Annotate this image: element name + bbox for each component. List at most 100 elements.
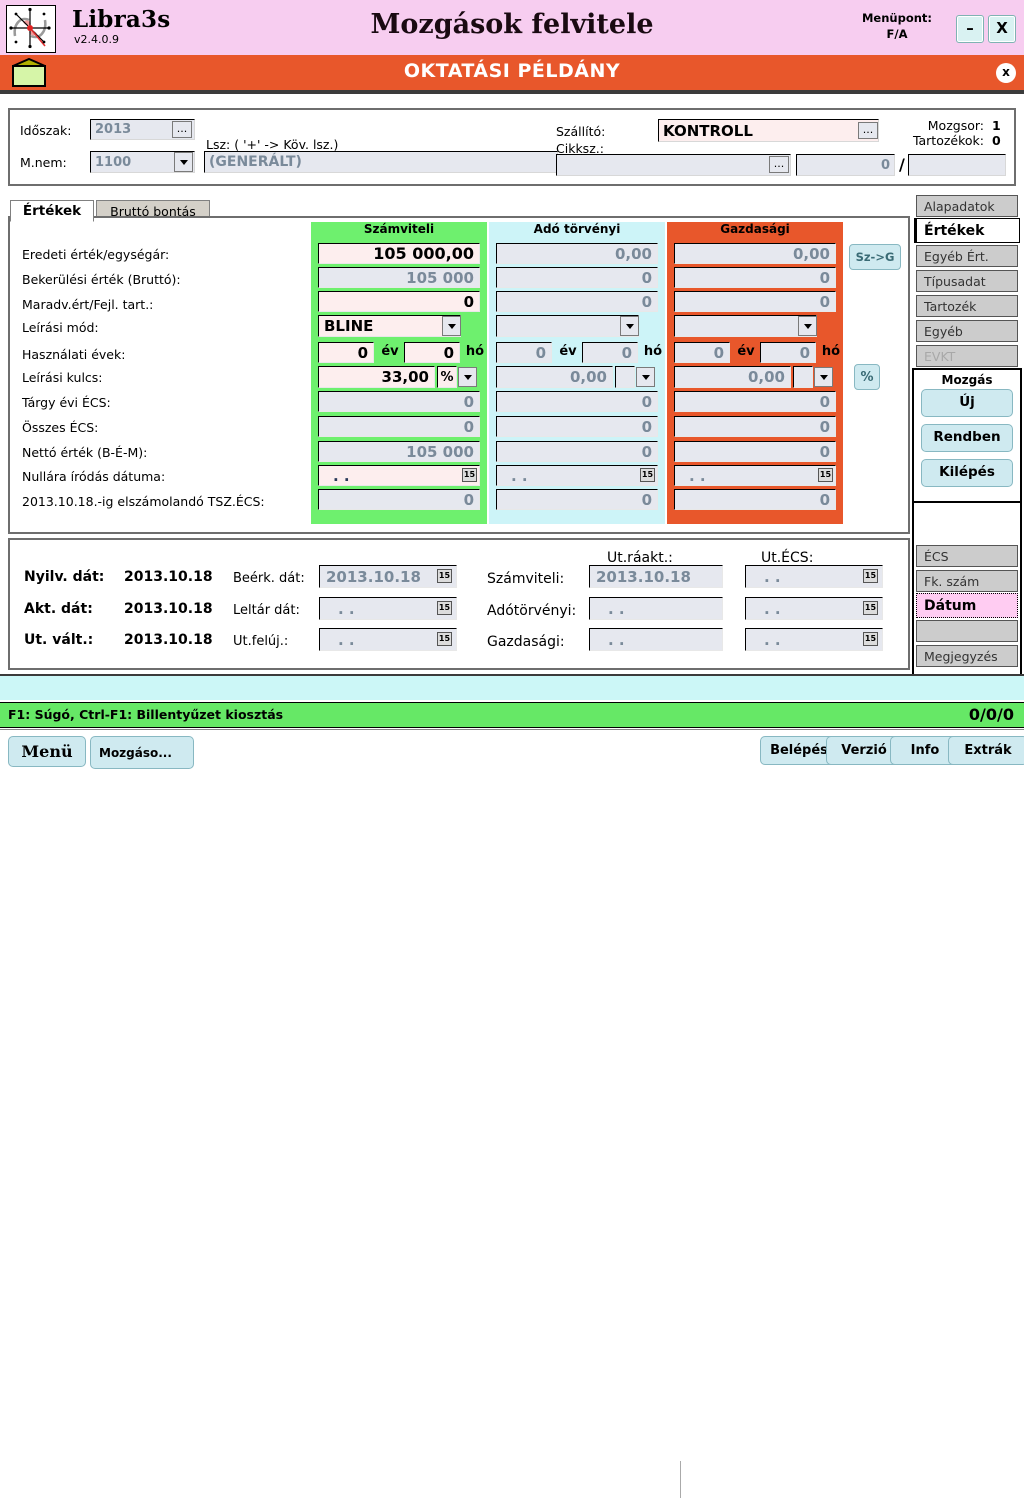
- cell-eco-0[interactable]: 0,00: [674, 243, 836, 264]
- column-header-tax: Adó törvényi: [533, 222, 621, 236]
- szallito-lookup-button[interactable]: ...: [858, 122, 878, 139]
- sidebar-item-datum[interactable]: Dátum: [916, 593, 1018, 618]
- cikksz-lookup-button[interactable]: ...: [769, 156, 789, 173]
- months-eco-4[interactable]: 0: [760, 342, 816, 363]
- mozgsor-label: Mozgsor:: [927, 118, 984, 133]
- status-bar: F1: Súgó, Ctrl-F1: Billentyűzet kiosztás…: [0, 702, 1024, 728]
- cell-tax-7: 0: [496, 416, 658, 437]
- banner-close-icon[interactable]: x: [996, 63, 1016, 83]
- tartozekok-label: Tartozékok:: [912, 133, 984, 148]
- cell-acc-5[interactable]: 33,00: [318, 366, 435, 388]
- pct-acc-5[interactable]: %: [437, 366, 457, 388]
- menu-button[interactable]: Menü: [8, 736, 86, 767]
- cell-eco-8: 0: [674, 441, 836, 462]
- cell-eco-5[interactable]: 0,00: [674, 366, 791, 388]
- date-tax-9[interactable]: . .: [496, 465, 658, 486]
- sidebar-item-megjegyzes[interactable]: Megjegyzés: [916, 645, 1018, 667]
- cell-tax-2[interactable]: 0: [496, 291, 658, 312]
- pct-acc-5-chevron-down-icon[interactable]: [458, 367, 477, 387]
- adotorvenyi-raakt-input[interactable]: . .: [589, 597, 723, 620]
- unit-year-eco: év: [737, 344, 755, 359]
- calendar-icon-tax-9[interactable]: 15: [640, 468, 655, 482]
- sidebar-item-tartozek[interactable]: Tartozék: [916, 295, 1018, 317]
- select-acc-3-chevron-down-icon[interactable]: [442, 316, 461, 336]
- pct-eco-5-chevron-down-icon[interactable]: [814, 367, 833, 387]
- mnem-chevron-down-icon[interactable]: [174, 152, 193, 172]
- column-header-accounting: Számviteli: [363, 222, 435, 236]
- minimize-button[interactable]: –: [956, 15, 984, 43]
- cell-acc-6: 0: [318, 391, 480, 412]
- sidebar-item-ecs[interactable]: ÉCS: [916, 545, 1018, 567]
- cell-tax-5[interactable]: 0,00: [496, 366, 613, 388]
- task-button-mozgasok[interactable]: Mozgáso...: [90, 736, 194, 769]
- pct-tax-5-chevron-down-icon[interactable]: [636, 367, 655, 387]
- row-label-5: Leírási kulcs:: [22, 370, 103, 385]
- select-tax-3-chevron-down-icon[interactable]: [620, 316, 639, 336]
- calendar-icon-eco-9[interactable]: 15: [818, 468, 833, 482]
- select-eco-3-chevron-down-icon[interactable]: [798, 316, 817, 336]
- cell-tax-6: 0: [496, 391, 658, 412]
- row-label-3: Leírási mód:: [22, 320, 99, 335]
- training-banner: OKTATÁSI PÉLDÁNY x: [0, 55, 1024, 90]
- sidebar-item-egyeb[interactable]: Egyéb: [916, 320, 1018, 342]
- idoszak-lookup-button[interactable]: ...: [172, 121, 192, 138]
- szamviteli-date-label: Számviteli:: [487, 571, 565, 587]
- akt-dat-value: 2013.10.18: [124, 601, 213, 617]
- calendar-icon-acc-9[interactable]: 15: [462, 468, 477, 482]
- years-acc-4[interactable]: 0: [318, 342, 374, 363]
- calendar-icon-leltar[interactable]: 15: [437, 601, 452, 615]
- tartozekok-value: 0: [992, 133, 1001, 148]
- banner-text: OKTATÁSI PÉLDÁNY: [403, 60, 621, 82]
- gazdasagi-raakt-input[interactable]: . .: [589, 628, 723, 651]
- unit-year-tax: év: [559, 344, 577, 359]
- cell-eco-2[interactable]: 0: [674, 291, 836, 312]
- lsz-label: Lsz: ( '+' -> Köv. lsz.): [206, 137, 339, 152]
- calendar-icon-gazdasagi-ecs[interactable]: 15: [863, 632, 878, 646]
- cell-acc-1: 105 000: [318, 267, 480, 288]
- pct-eco-5[interactable]: [793, 366, 813, 388]
- months-acc-4[interactable]: 0: [404, 342, 460, 363]
- cell-acc-2[interactable]: 0: [318, 291, 480, 312]
- quantity-input[interactable]: 0: [796, 154, 895, 176]
- sidebar-item-egyeb-ert[interactable]: Egyéb Ért.: [916, 245, 1018, 267]
- extrak-button[interactable]: Extrák: [948, 736, 1024, 765]
- select-acc-3[interactable]: BLINE: [318, 315, 461, 337]
- unit-month-eco: hó: [821, 344, 841, 359]
- menupoint-value: F/A: [886, 27, 908, 41]
- exit-button[interactable]: Kilépés: [921, 459, 1013, 487]
- quantity-unit-input[interactable]: [908, 154, 1006, 176]
- percent-button[interactable]: %: [854, 364, 880, 390]
- months-tax-4[interactable]: 0: [582, 342, 638, 363]
- szallito-input[interactable]: KONTROLL: [658, 119, 879, 142]
- sidebar-item-evkt: EVKT: [916, 345, 1018, 367]
- sidebar-item-blank[interactable]: [916, 620, 1018, 642]
- select-eco-3[interactable]: [674, 315, 817, 337]
- select-tax-3[interactable]: [496, 315, 639, 337]
- date-eco-9[interactable]: . .: [674, 465, 836, 486]
- cell-acc-0[interactable]: 105 000,00: [318, 243, 480, 264]
- calendar-icon-szamviteli-ecs[interactable]: 15: [863, 569, 878, 583]
- sidebar-item-tipusadat[interactable]: Típusadat: [916, 270, 1018, 292]
- sidebar-item-alapadatok[interactable]: Alapadatok: [916, 195, 1018, 217]
- ok-button[interactable]: Rendben: [921, 424, 1013, 452]
- calendar-icon-ut-feluj[interactable]: 15: [437, 632, 452, 646]
- years-eco-4[interactable]: 0: [674, 342, 730, 363]
- copy-sz-to-g-button[interactable]: Sz->G: [849, 244, 901, 270]
- szamviteli-raakt-input[interactable]: 2013.10.18: [589, 565, 723, 588]
- calendar-icon-beerk[interactable]: 15: [437, 569, 452, 583]
- cell-tax-10: 0: [496, 489, 658, 510]
- lsz-input[interactable]: (GENERÁLT): [204, 151, 558, 173]
- close-window-button[interactable]: X: [988, 15, 1016, 43]
- cikksz-input[interactable]: [556, 154, 791, 176]
- calendar-icon-adotorvenyi-ecs[interactable]: 15: [863, 601, 878, 615]
- pct-tax-5[interactable]: [615, 366, 635, 388]
- date-acc-9[interactable]: . .: [318, 465, 480, 486]
- szallito-label: Szállító:: [556, 124, 606, 139]
- row-label-7: Összes ÉCS:: [22, 420, 99, 435]
- tab-ertekek[interactable]: Értékek: [10, 200, 94, 222]
- new-button[interactable]: Új: [921, 389, 1013, 417]
- sidebar-item-ertekek[interactable]: Értékek: [914, 218, 1020, 243]
- sidebar-item-fk-szam[interactable]: Fk. szám: [916, 570, 1018, 592]
- cell-tax-0[interactable]: 0,00: [496, 243, 658, 264]
- years-tax-4[interactable]: 0: [496, 342, 552, 363]
